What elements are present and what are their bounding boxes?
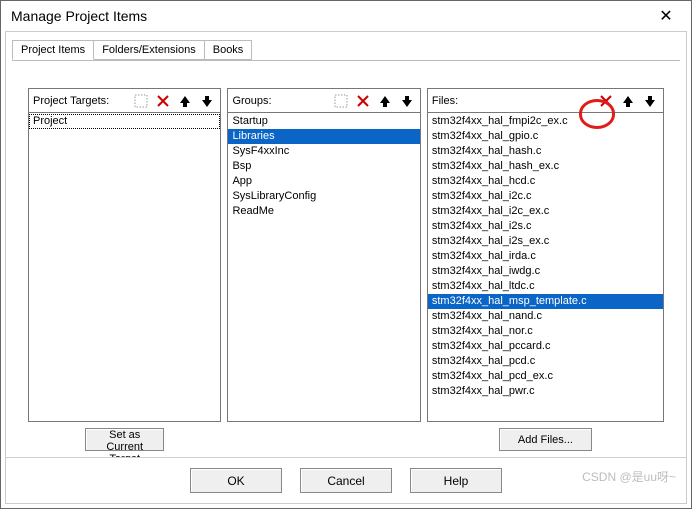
delete-icon[interactable] (152, 91, 174, 111)
new-icon[interactable] (130, 91, 152, 111)
window-title: Manage Project Items (11, 8, 651, 24)
move-up-icon[interactable] (174, 91, 196, 111)
list-item[interactable]: Bsp (228, 159, 419, 174)
delete-icon[interactable] (352, 91, 374, 111)
list-item[interactable]: stm32f4xx_hal_hcd.c (428, 174, 663, 189)
list-item[interactable]: stm32f4xx_hal_ltdc.c (428, 279, 663, 294)
list-item[interactable]: stm32f4xx_hal_pwr.c (428, 384, 663, 399)
list-item[interactable]: Project (29, 114, 220, 129)
groups-listbox[interactable]: StartupLibrariesSysF4xxIncBspAppSysLibra… (227, 112, 420, 422)
list-item[interactable]: stm32f4xx_hal_irda.c (428, 249, 663, 264)
list-item[interactable]: SysF4xxInc (228, 144, 419, 159)
tab-project-items[interactable]: Project Items (12, 40, 94, 60)
help-button[interactable]: Help (410, 468, 502, 493)
tab-books[interactable]: Books (204, 40, 253, 60)
add-files-button[interactable]: Add Files... (499, 428, 593, 451)
list-item[interactable]: stm32f4xx_hal_pcd_ex.c (428, 369, 663, 384)
list-item[interactable]: stm32f4xx_hal_pcd.c (428, 354, 663, 369)
tab-strip: Project Items Folders/Extensions Books (6, 32, 686, 60)
targets-label: Project Targets: (33, 95, 130, 107)
titlebar: Manage Project Items ✕ (1, 1, 691, 31)
window-close-button[interactable]: ✕ (651, 6, 681, 26)
list-item[interactable]: ReadMe (228, 204, 419, 219)
move-up-icon[interactable] (374, 91, 396, 111)
cancel-button[interactable]: Cancel (300, 468, 392, 493)
list-item[interactable]: Libraries (228, 129, 419, 144)
watermark: CSDN @是uu呀~ (582, 468, 676, 485)
move-down-icon[interactable] (639, 91, 661, 111)
new-icon[interactable] (330, 91, 352, 111)
list-item[interactable]: stm32f4xx_hal_iwdg.c (428, 264, 663, 279)
content-frame: Project Items Folders/Extensions Books P… (5, 31, 687, 504)
list-item[interactable]: stm32f4xx_hal_hash_ex.c (428, 159, 663, 174)
list-item[interactable]: stm32f4xx_hal_nand.c (428, 309, 663, 324)
list-item[interactable]: App (228, 174, 419, 189)
groups-label: Groups: (232, 95, 329, 107)
list-item[interactable]: stm32f4xx_hal_gpio.c (428, 129, 663, 144)
ok-button[interactable]: OK (190, 468, 282, 493)
list-item[interactable]: SysLibraryConfig (228, 189, 419, 204)
list-item[interactable]: stm32f4xx_hal_i2s_ex.c (428, 234, 663, 249)
move-up-icon[interactable] (617, 91, 639, 111)
column-project-targets: Project Targets: Project Set as Current … (28, 88, 221, 451)
list-item[interactable]: stm32f4xx_hal_i2s.c (428, 219, 663, 234)
list-item[interactable]: Startup (228, 114, 419, 129)
files-label: Files: (432, 95, 595, 107)
files-listbox[interactable]: stm32f4xx_hal_fmpi2c_ex.cstm32f4xx_hal_g… (427, 112, 664, 422)
dialog-footer: OK Cancel Help CSDN @是uu呀~ (6, 457, 686, 503)
list-item[interactable]: stm32f4xx_hal_pccard.c (428, 339, 663, 354)
tab-folders-extensions[interactable]: Folders/Extensions (93, 40, 205, 60)
list-item[interactable]: stm32f4xx_hal_fmpi2c_ex.c (428, 114, 663, 129)
list-item[interactable]: stm32f4xx_hal_msp_template.c (428, 294, 663, 309)
delete-icon[interactable] (595, 91, 617, 111)
set-as-current-target-button[interactable]: Set as Current Target (85, 428, 164, 451)
list-item[interactable]: stm32f4xx_hal_i2c.c (428, 189, 663, 204)
column-groups: Groups: StartupLibrariesSysF4xxIncBspApp… (227, 88, 420, 451)
list-item[interactable]: stm32f4xx_hal_i2c_ex.c (428, 204, 663, 219)
column-files: Files: stm32f4xx_hal_fmpi2c_ex.cstm32f4x… (427, 88, 664, 451)
move-down-icon[interactable] (396, 91, 418, 111)
move-down-icon[interactable] (196, 91, 218, 111)
dialog-manage-project-items: Manage Project Items ✕ Project Items Fol… (0, 0, 692, 509)
tab-panel: Project Targets: Project Set as Current … (6, 60, 686, 457)
list-item[interactable]: stm32f4xx_hal_nor.c (428, 324, 663, 339)
targets-listbox[interactable]: Project (28, 112, 221, 422)
list-item[interactable]: stm32f4xx_hal_hash.c (428, 144, 663, 159)
